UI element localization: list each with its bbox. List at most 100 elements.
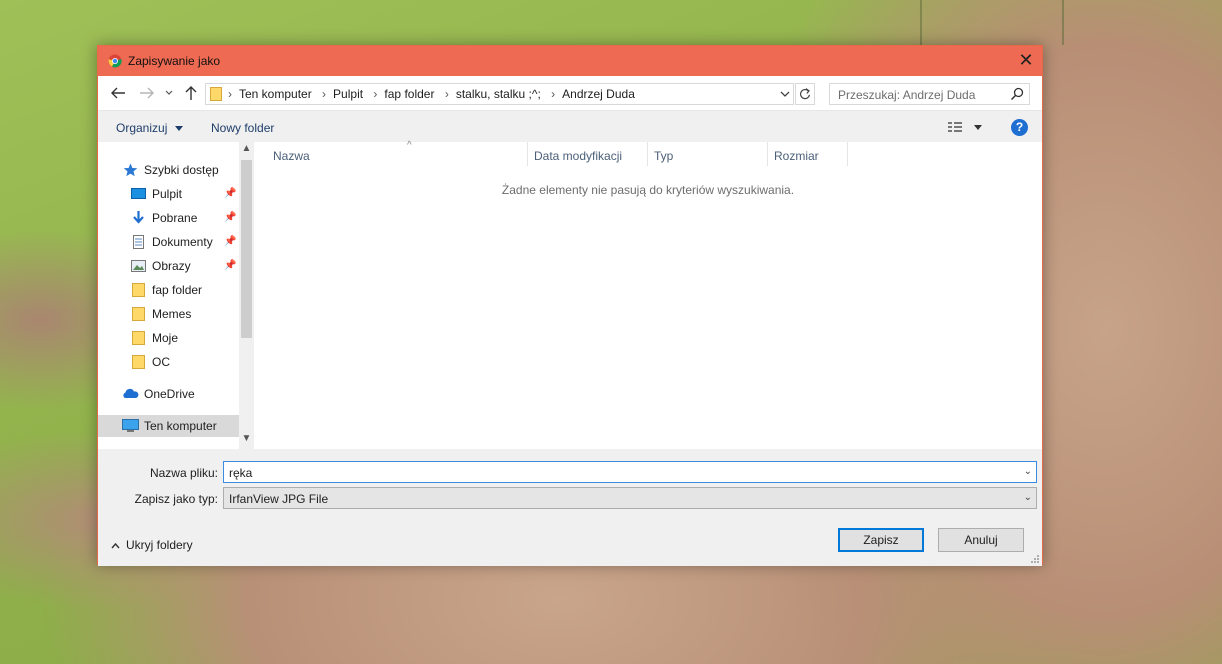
sidebar-item-moje[interactable]: Moje (98, 327, 239, 349)
sidebar-item-label: Dokumenty (152, 235, 213, 249)
search-placeholder: Przeszukaj: Andrzej Duda (838, 88, 976, 102)
sidebar-item-label: fap folder (152, 283, 203, 297)
pictures-icon (131, 260, 146, 272)
view-options-icon[interactable] (948, 120, 988, 134)
column-header-type[interactable]: Typ (648, 142, 768, 166)
sidebar-item-label: Memes (152, 307, 192, 321)
breadcrumb-separator: › (373, 87, 378, 101)
help-icon[interactable]: ? (1011, 119, 1028, 136)
sidebar-item-documents[interactable]: Dokumenty 📌 (98, 231, 239, 253)
close-icon: ✕ (1018, 50, 1034, 70)
pin-icon: 📌 (224, 212, 237, 223)
chevron-down-icon[interactable]: ⌄ (1024, 466, 1032, 477)
breadcrumb-item[interactable]: stalku, stalku ;^; (456, 87, 541, 101)
save-as-dialog: Zapisywanie jako ✕ › Ten komputer › Pulpit… (97, 45, 1043, 566)
close-button[interactable]: ✕ (1010, 46, 1042, 76)
refresh-icon[interactable] (795, 83, 815, 105)
pin-icon: 📌 (224, 188, 237, 199)
breadcrumb-item[interactable]: Ten komputer (239, 87, 312, 101)
sidebar-item-label: Szybki dostęp (144, 163, 219, 177)
file-type-value: IrfanView JPG File (229, 492, 329, 506)
sidebar-item-fap-folder[interactable]: fap folder (98, 279, 239, 301)
column-header-name[interactable]: Nazwa ^ (267, 140, 528, 166)
computer-icon (122, 419, 139, 432)
folder-icon (132, 283, 145, 297)
window-title: Zapisywanie jako (128, 54, 221, 68)
hide-folders-button[interactable]: Ukryj foldery (111, 538, 193, 552)
hide-folders-label: Ukryj foldery (126, 538, 193, 552)
up-arrow-icon[interactable] (182, 85, 200, 101)
chrome-icon (108, 54, 122, 68)
sidebar-item-label: OC (152, 355, 170, 369)
star-icon (123, 163, 138, 177)
filename-field[interactable]: ręka ⌄ (223, 461, 1037, 483)
breadcrumb-item[interactable]: Pulpit (333, 87, 363, 101)
chevron-up-icon (111, 542, 120, 549)
save-button[interactable]: Zapisz (838, 528, 924, 552)
cancel-button[interactable]: Anuluj (938, 528, 1024, 552)
breadcrumb-item[interactable]: fap folder (384, 87, 434, 101)
folder-icon (132, 307, 145, 321)
folder-icon (210, 87, 222, 101)
folder-icon (132, 355, 145, 369)
breadcrumb-separator: › (322, 87, 327, 101)
scroll-up-icon[interactable]: ▲ (239, 143, 254, 159)
save-options-panel: Nazwa pliku: ręka ⌄ Zapisz jako typ: Irf… (98, 449, 1042, 566)
pin-icon: 📌 (224, 260, 237, 271)
sidebar-item-oc[interactable]: OC (98, 351, 239, 373)
address-bar[interactable]: › Ten komputer › Pulpit › fap folder › stalk… (205, 83, 794, 105)
column-header-size[interactable]: Rozmiar (768, 142, 848, 166)
navigation-pane: Szybki dostęp Pulpit 📌 Pobrane 📌 Dokumen… (98, 142, 239, 449)
file-type-label: Zapisz jako typ: (134, 492, 218, 506)
pin-icon: 📌 (224, 236, 237, 247)
download-icon (133, 211, 144, 224)
new-folder-button[interactable]: Nowy folder (211, 121, 274, 135)
chevron-down-icon: ⌄ (1023, 492, 1032, 503)
address-dropdown-icon[interactable] (778, 83, 792, 105)
scrollbar-thumb[interactable] (241, 160, 252, 338)
back-arrow-icon[interactable] (109, 85, 127, 101)
breadcrumb-item[interactable]: Andrzej Duda (562, 87, 635, 101)
sidebar-item-label: Pulpit (152, 187, 183, 201)
breadcrumb-separator: › (551, 87, 556, 101)
column-header-label: Nazwa (273, 149, 310, 163)
forward-arrow-icon[interactable] (138, 85, 156, 101)
title-bar: Zapisywanie jako ✕ (98, 46, 1042, 76)
sidebar-item-memes[interactable]: Memes (98, 303, 239, 325)
sidebar-item-onedrive[interactable]: OneDrive (98, 383, 239, 405)
recent-locations-chevron-icon[interactable] (164, 85, 174, 101)
sort-ascending-icon: ^ (407, 140, 412, 151)
organize-button[interactable]: Organizuj (116, 121, 183, 135)
sidebar-item-this-pc[interactable]: Ten komputer (98, 415, 239, 437)
breadcrumb-separator: › (228, 87, 232, 101)
desktop-icon (131, 188, 146, 199)
sidebar-item-label: Ten komputer (144, 419, 217, 433)
column-header-date[interactable]: Data modyfikacji (528, 142, 648, 166)
search-input[interactable]: Przeszukaj: Andrzej Duda (829, 83, 1030, 105)
sidebar-item-label: Obrazy (152, 259, 191, 273)
sidebar-item-pictures[interactable]: Obrazy 📌 (98, 255, 239, 277)
sidebar-item-label: Pobrane (152, 211, 198, 225)
filename-label: Nazwa pliku: (149, 466, 218, 480)
scroll-down-icon[interactable]: ▼ (239, 433, 254, 449)
file-list: Nazwa ^ Data modyfikacji Typ Rozmiar Żad… (254, 140, 1042, 449)
sidebar-scrollbar[interactable]: ▲ ▼ (239, 142, 254, 449)
file-type-select[interactable]: IrfanView JPG File ⌄ (223, 487, 1037, 509)
sidebar-item-label: Moje (152, 331, 179, 345)
background-crease (1062, 0, 1064, 45)
sidebar-item-downloads[interactable]: Pobrane 📌 (98, 207, 239, 229)
search-icon[interactable] (1010, 87, 1024, 101)
sidebar-item-quick-access[interactable]: Szybki dostęp (98, 159, 239, 181)
folder-icon (132, 331, 145, 345)
column-header-label: Rozmiar (774, 149, 819, 163)
organize-label: Organizuj (116, 121, 168, 135)
filename-value: ręka (229, 466, 253, 480)
resize-grip-icon[interactable] (1030, 554, 1040, 564)
content-area: Szybki dostęp Pulpit 📌 Pobrane 📌 Dokumen… (98, 140, 1042, 449)
background-crease (920, 0, 922, 45)
cloud-icon (123, 388, 139, 398)
empty-results-message: Żadne elementy nie pasują do kryteriów w… (501, 183, 795, 197)
sidebar-item-desktop[interactable]: Pulpit 📌 (98, 183, 239, 205)
breadcrumb: › Ten komputer › Pulpit › fap folder › stalk… (228, 87, 635, 101)
chevron-down-icon (174, 126, 183, 131)
